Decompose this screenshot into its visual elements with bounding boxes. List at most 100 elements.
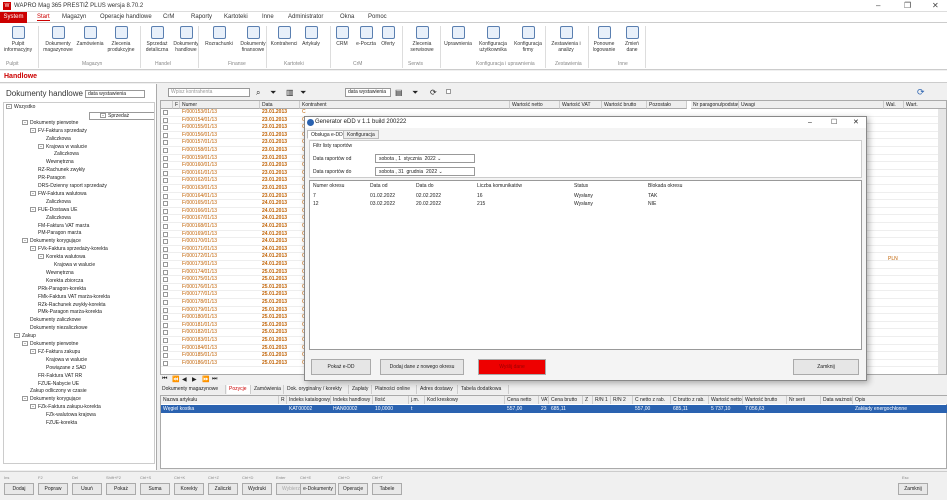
menu-item-4[interactable]: CrM [163, 14, 174, 20]
tree-item[interactable]: Zaliczkowa [4, 136, 154, 143]
detail-header-1[interactable]: Nazwa artykułu [161, 396, 279, 404]
detail-tab-7[interactable]: Adres dostawy [418, 385, 458, 394]
detail-header-13[interactable]: R/N 2 [611, 396, 633, 404]
row-checkbox[interactable] [163, 353, 168, 359]
tree-item[interactable]: − Korekta walutowa [4, 254, 154, 261]
detail-header-10[interactable]: Cena brutto [549, 396, 583, 404]
ribbon-button-6[interactable]: Dokumenty handlowe [171, 26, 201, 53]
detail-header-9[interactable]: VAT [539, 396, 549, 404]
grid-header-1[interactable]: F [173, 101, 180, 109]
grid-header-6[interactable]: Wartość VAT [560, 101, 602, 109]
fkey-button-11[interactable]: Operacje [338, 483, 368, 495]
first-record-icon[interactable]: ⏮ [162, 376, 167, 383]
row-checkbox[interactable] [163, 155, 168, 161]
close-app-button[interactable]: Zamknij [898, 483, 928, 495]
next-record-icon[interactable]: ▶ [192, 376, 197, 383]
row-checkbox[interactable] [163, 300, 168, 305]
report-header-2[interactable]: Data od [370, 183, 388, 189]
send-data-button[interactable]: Wyślij dane [478, 359, 546, 375]
tree-item[interactable]: − Sprzedaż [89, 111, 154, 120]
row-checkbox[interactable] [163, 170, 168, 176]
ribbon-button-10[interactable]: Artykuły [300, 26, 322, 47]
report-header-1[interactable]: Numer okresu [313, 183, 344, 189]
detail-tab-3[interactable]: Zamówienia [252, 385, 284, 394]
tree-item[interactable]: Wewnętrzna [4, 270, 154, 277]
menu-item-10[interactable]: Pomoc [368, 14, 387, 20]
tree-item[interactable]: − Krajowa w walucie [4, 143, 154, 151]
row-checkbox[interactable] [163, 231, 168, 237]
fkey-button-10[interactable]: e-Dokumenty [300, 483, 336, 495]
tree-item[interactable]: Wewnętrzna [4, 159, 154, 166]
tree-item[interactable]: FZUE-Nabycie UE [4, 381, 154, 388]
date-to-picker[interactable]: sobota , 31 grudnia 2022 ⌄ [375, 167, 475, 176]
grid-header-7[interactable]: Wartość brutto [602, 101, 647, 109]
row-checkbox[interactable] [163, 178, 168, 184]
ribbon-button-7[interactable]: Rozrachunki [202, 26, 236, 47]
tree-item[interactable]: Zaliczkowa [4, 215, 154, 222]
dialog-minimize-button[interactable]: – [808, 117, 812, 128]
tree-item[interactable]: Krajowa w walucie [4, 357, 154, 364]
search-icon[interactable]: ⌕ [256, 88, 260, 98]
menu-item-2[interactable]: Magazyn [62, 14, 86, 20]
tree-item[interactable]: Krajowa w walucie [4, 262, 154, 269]
ribbon-button-12[interactable]: e-Poczta [356, 26, 376, 47]
row-checkbox[interactable] [163, 239, 168, 245]
tree-item[interactable]: − Dokumenty pierwotne [4, 119, 154, 127]
dialog-close-action-button[interactable]: Zamknij [793, 359, 859, 375]
row-checkbox[interactable] [163, 201, 168, 207]
filter-icon[interactable]: ⏷ [270, 88, 276, 98]
add-new-period-button[interactable]: Dodaj dane z nowego okresu [380, 359, 464, 375]
row-checkbox[interactable] [163, 110, 168, 115]
menu-item-3[interactable]: Operacje handlowe [100, 14, 152, 20]
detail-tab-4[interactable]: Dok. oryginalny / korekty [285, 385, 349, 394]
tree-item[interactable]: Zakup odliczony w czasie [4, 388, 154, 395]
tree-expander-icon[interactable]: − [30, 246, 36, 252]
tree-expander-icon[interactable]: − [30, 404, 36, 410]
ribbon-button-8[interactable]: Dokumenty finansowe [237, 26, 269, 53]
menu-item-7[interactable]: Inne [262, 14, 274, 20]
fkey-button-2[interactable]: Popraw [38, 483, 68, 495]
detail-tab-5[interactable]: Zapłaty [350, 385, 372, 394]
detail-header-3[interactable]: Indeks katalogowy [287, 396, 331, 404]
fkey-button-6[interactable]: Korekty [174, 483, 204, 495]
prev-page-icon[interactable]: ⏪ [172, 376, 179, 383]
ribbon-button-20[interactable]: Zmień dane [623, 26, 641, 53]
tree-expander-icon[interactable]: − [30, 348, 36, 354]
fkey-button-7[interactable]: Zaliczki [208, 483, 238, 495]
row-checkbox[interactable] [163, 148, 168, 153]
fkey-button-4[interactable]: Pokaż [106, 483, 136, 495]
detail-tab-2[interactable]: Pozycje [227, 385, 251, 394]
row-checkbox[interactable] [163, 186, 168, 191]
tree-item[interactable]: FR-Faktura VAT RR [4, 373, 154, 380]
tree-expander-icon[interactable]: − [38, 254, 44, 260]
ribbon-button-11[interactable]: CRM [334, 26, 350, 47]
ribbon-button-4[interactable]: Zlecenia produkcyjne [106, 26, 136, 53]
report-header-6[interactable]: Blokada okresu [648, 183, 682, 189]
row-checkbox[interactable] [163, 208, 168, 214]
detail-tab-6[interactable]: Płatności online [373, 385, 417, 394]
menu-item-5[interactable]: Raporty [191, 14, 212, 20]
sort-select[interactable]: data wystawienia [85, 90, 145, 98]
ribbon-button-14[interactable]: Zlecenia serwisowe [407, 26, 437, 53]
sort-filter-icon[interactable]: ⏷ [412, 88, 418, 98]
tree-item[interactable]: Korekta zbiorcza [4, 278, 154, 285]
detail-header-6[interactable]: j.m. [409, 396, 425, 404]
grid-header-3[interactable]: Data [260, 101, 300, 109]
tree-item[interactable]: RZk-Rachunek zwykły-korekta [4, 302, 154, 309]
tree-item[interactable]: DRS-Dzienny raport sprzedaży [4, 183, 154, 190]
tab-obsluga-edd[interactable]: Obsługa e-DD [307, 130, 347, 139]
row-checkbox[interactable] [163, 246, 168, 252]
report-row[interactable]: 12 03.02.2022 20.02.2022 215 Wysłany NIE [310, 201, 861, 208]
row-checkbox[interactable] [163, 125, 168, 131]
fkey-button-8[interactable]: Wydruki [242, 483, 272, 495]
report-header-4[interactable]: Liczba komunikatów [477, 183, 522, 189]
row-checkbox[interactable] [163, 216, 168, 222]
tree-item[interactable]: FZUE-korekta [4, 420, 154, 427]
ribbon-button-19[interactable]: Ponowne logowanie [590, 26, 618, 53]
ribbon-button-13[interactable]: Oferty [379, 26, 397, 47]
detail-header-16[interactable]: Wartość netto [709, 396, 743, 404]
menu-system[interactable]: System [0, 12, 27, 23]
detail-row[interactable]: Węgiel kostka KAT00002 HAN00002 10,0000 t 557… [161, 405, 947, 413]
tree-item[interactable]: − FUE-Dostawa UE [4, 206, 154, 214]
close-button[interactable]: ✕ [932, 1, 939, 10]
